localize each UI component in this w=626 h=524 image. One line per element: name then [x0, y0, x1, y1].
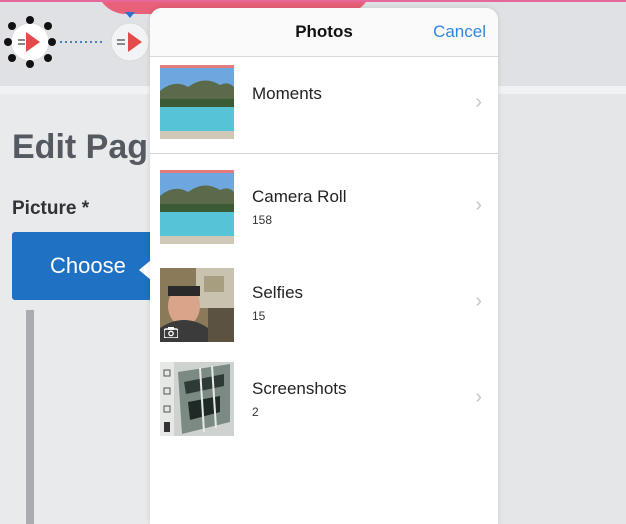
workflow-node-icon[interactable] [4, 16, 56, 68]
camera-icon [164, 327, 178, 338]
album-title: Moments [252, 84, 322, 103]
album-thumbnail [160, 65, 234, 139]
pink-accent-line [0, 0, 626, 2]
album-count: 2 [252, 405, 259, 419]
album-title: Camera Roll [252, 187, 347, 206]
album-row-screenshots[interactable]: Screenshots 2 › [150, 352, 498, 448]
album-thumbnail [160, 170, 234, 244]
workflow-diagram[interactable] [4, 12, 154, 76]
workflow-node-icon[interactable] [110, 12, 150, 62]
picture-field-label: Picture * [12, 198, 90, 219]
album-row-moments[interactable]: Moments › [150, 57, 498, 154]
chevron-right-icon: › [475, 91, 482, 113]
album-title: Selfies [252, 283, 304, 302]
album-count: 15 [252, 309, 266, 323]
album-row-camera-roll[interactable]: Camera Roll 158 › [150, 160, 498, 256]
page-title: Edit Pag [12, 128, 149, 166]
popover-nav-bar: Photos Cancel [150, 8, 498, 57]
cancel-button[interactable]: Cancel [433, 22, 486, 42]
album-thumbnail [160, 268, 234, 342]
chevron-right-icon: › [475, 386, 482, 408]
chevron-right-icon: › [475, 194, 482, 216]
content-divider [26, 310, 34, 524]
chevron-right-icon: › [475, 290, 482, 312]
album-row-selfies[interactable]: Selfies 15 › [150, 256, 498, 352]
album-title: Screenshots [252, 379, 347, 398]
album-thumbnail [160, 362, 234, 436]
photos-popover: Photos Cancel Moments › Camera Roll 158 … [150, 8, 498, 524]
album-count: 158 [252, 213, 273, 227]
right-side-panel [498, 94, 626, 524]
